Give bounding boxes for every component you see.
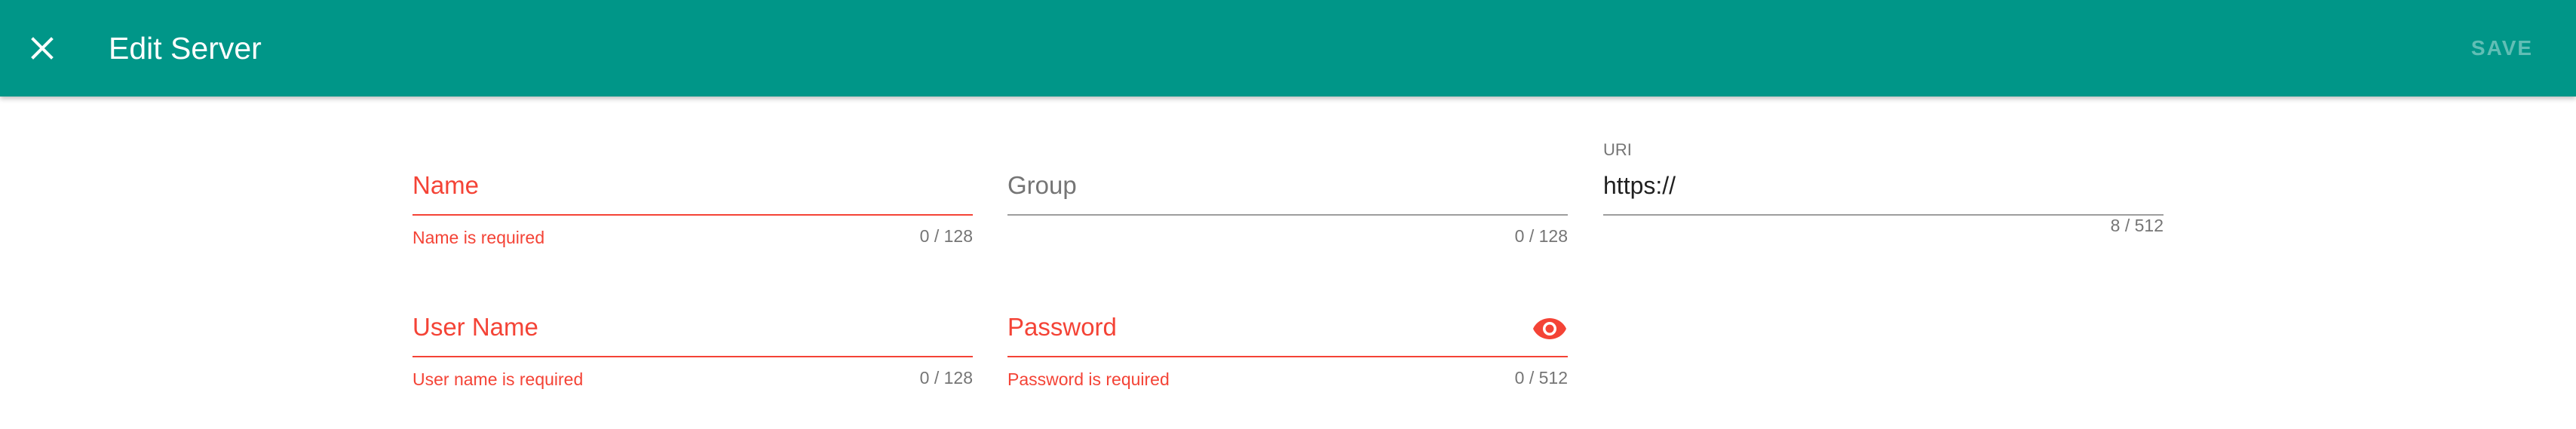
name-error: Name is required [412, 228, 545, 247]
eye-icon [1533, 318, 1566, 339]
page-title: Edit Server [109, 31, 262, 66]
group-counter: 0 / 128 [1514, 226, 1568, 246]
name-field: Name Name is required 0 / 128 [412, 151, 976, 256]
name-underline [412, 214, 973, 216]
password-counter: 0 / 512 [1514, 368, 1568, 388]
name-input[interactable] [412, 163, 976, 210]
group-field: Group 0 / 128 [1007, 151, 1571, 256]
uri-counter: 8 / 512 [2110, 216, 2164, 235]
uri-input[interactable] [1603, 163, 2164, 208]
username-field: User Name User name is required 0 / 128 [412, 293, 976, 398]
password-visibility-toggle[interactable] [1532, 312, 1568, 345]
uri-underline [1603, 214, 2164, 216]
username-counter: 0 / 128 [919, 368, 973, 388]
uri-field: URI https:// 8 / 512 [1603, 140, 2164, 246]
close-button[interactable] [15, 18, 69, 78]
username-error: User name is required [412, 369, 584, 389]
password-underline [1007, 356, 1568, 357]
name-counter: 0 / 128 [919, 226, 973, 246]
username-underline [412, 356, 973, 357]
username-input[interactable] [412, 305, 976, 351]
group-input[interactable] [1007, 163, 1571, 210]
group-underline [1007, 214, 1568, 216]
close-icon [31, 37, 54, 60]
password-error: Password is required [1007, 369, 1170, 389]
password-input[interactable] [1007, 305, 1523, 351]
save-button[interactable]: SAVE [2449, 23, 2555, 74]
toolbar: Edit Server SAVE [0, 0, 2576, 97]
uri-label: URI [1603, 140, 1632, 159]
password-field: Password Password is required 0 / 512 [1007, 293, 1568, 398]
